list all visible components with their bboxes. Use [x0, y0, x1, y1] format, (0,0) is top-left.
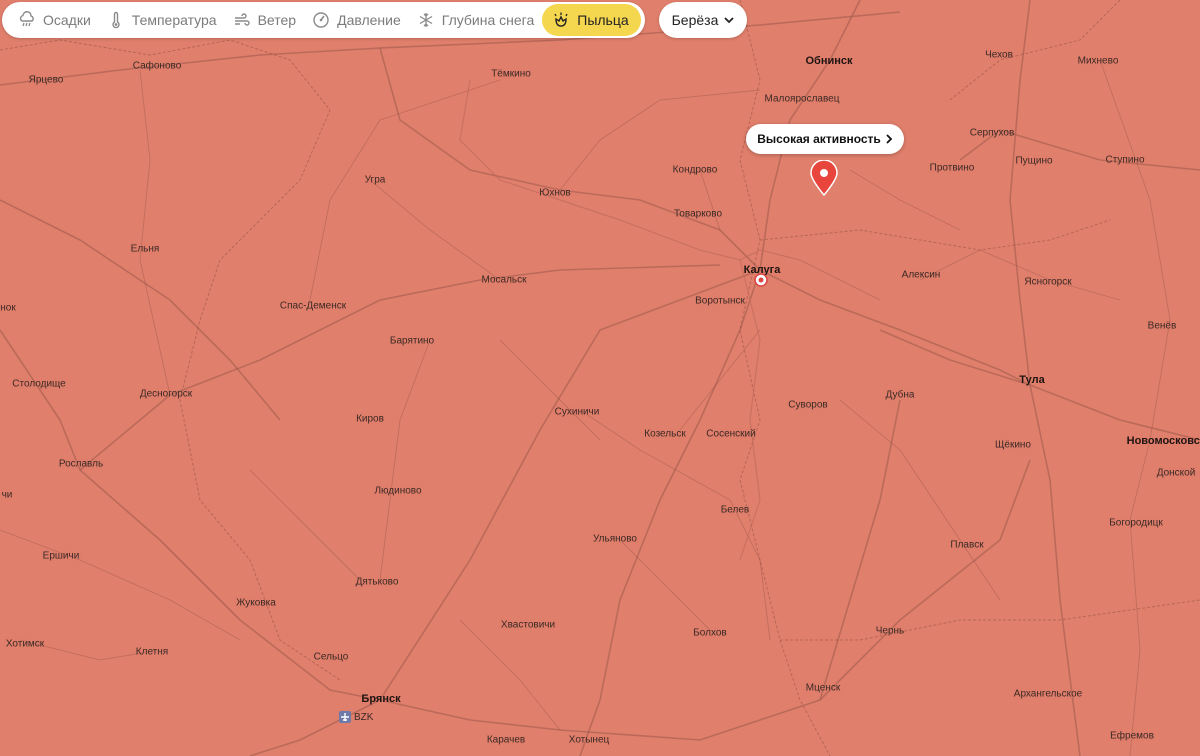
airport-marker[interactable]: BZK [339, 711, 373, 723]
tool-temperature[interactable]: Температура [99, 4, 225, 36]
snowflake-icon [417, 11, 435, 29]
thermometer-icon [107, 11, 125, 29]
tool-label: Глубина снега [441, 12, 535, 28]
city-label: Архангельское [1013, 688, 1083, 700]
tool-label: Температура [131, 12, 217, 28]
city-label: Мосальск [481, 274, 527, 286]
city-label: Болхов [693, 627, 727, 639]
tool-label: Осадки [43, 12, 91, 28]
city-label: Новомосковск [1126, 435, 1200, 447]
city-label: Сафоново [132, 60, 182, 72]
city-label: Ершичи [42, 550, 80, 562]
city-label: Богородицк [1109, 517, 1163, 529]
wind-icon [233, 11, 251, 29]
city-label: Плавск [950, 539, 984, 551]
city-label: Белев [720, 504, 750, 516]
city-label: Кондрово [672, 164, 718, 176]
city-label: Сухиничи [554, 406, 600, 418]
city-label: Юхнов [539, 187, 571, 199]
city-label: Михнево [1077, 55, 1119, 67]
city-label: Десногорск [139, 388, 193, 400]
city-label: Щёкино [995, 439, 1031, 451]
city-label: Ступино [1105, 154, 1145, 166]
allergen-select-value: Берёза [671, 12, 719, 28]
city-label: чи [1, 489, 13, 501]
city-label: Людиново [374, 485, 422, 497]
popup-text: Высокая активность [757, 132, 881, 146]
city-label: Тула [1019, 374, 1045, 386]
cloud-rain-icon [18, 11, 36, 29]
city-label: Обнинск [805, 55, 853, 67]
airport-code: BZK [354, 711, 374, 723]
current-city-marker[interactable] [754, 273, 768, 287]
city-label: Столодище [12, 378, 66, 390]
pressure-gauge-icon [312, 11, 330, 29]
city-label: Дятьково [355, 576, 399, 588]
tool-precipitation[interactable]: Осадки [10, 4, 99, 36]
city-label: Сельцо [313, 651, 349, 663]
city-label: Сосенский [706, 428, 756, 440]
location-pin-icon[interactable] [809, 159, 839, 197]
tool-label: Давление [337, 12, 401, 28]
chevron-down-icon [724, 16, 735, 24]
city-label: Барятино [389, 335, 435, 347]
allergen-select[interactable]: Берёза [659, 2, 747, 38]
city-label: Мценск [805, 682, 841, 694]
city-label: Рославль [58, 458, 104, 470]
tool-wind[interactable]: Ветер [225, 4, 305, 36]
tool-pollen[interactable]: Пыльца [542, 4, 641, 36]
city-label: Киров [356, 413, 384, 425]
map-canvas[interactable]: Ярцево Сафоново Тёмкино Обнинск Чехов Ми… [0, 0, 1200, 756]
pollen-flower-icon [552, 11, 570, 29]
city-label: Брянск [361, 693, 401, 705]
city-label: Чехов [985, 49, 1013, 61]
city-label: Тёмкино [491, 68, 531, 80]
pollen-activity-popup[interactable]: Высокая активность [746, 124, 904, 154]
chevron-right-icon [885, 134, 893, 144]
city-label: Хотимск [5, 638, 45, 650]
city-label: Ульяново [593, 533, 637, 545]
city-label: Жуковка [236, 597, 276, 609]
city-label: Хотынец [568, 734, 610, 746]
city-label: Козельск [644, 428, 686, 440]
city-label: Ярцево [28, 74, 64, 86]
city-label: Малоярославец [764, 93, 840, 105]
city-label: Товарково [673, 208, 723, 220]
city-label: Протвино [929, 162, 975, 174]
city-label: Карачев [486, 734, 526, 746]
city-label: Воротынск [695, 295, 745, 307]
city-label: Венёв [1147, 320, 1177, 332]
tool-label: Пыльца [577, 12, 629, 28]
city-label: Пущино [1015, 155, 1053, 167]
city-label: Дубна [885, 389, 915, 401]
city-label: Угра [364, 174, 386, 186]
city-label: Чернь [875, 625, 905, 637]
city-label: Суворов [788, 399, 828, 411]
city-label: Хвастовичи [500, 619, 556, 631]
layer-toolbar: Осадки Температура Ветер Давление Глубин… [2, 2, 645, 38]
city-label: Алексин [901, 269, 941, 281]
city-label: Ельня [130, 243, 160, 255]
tool-pressure[interactable]: Давление [304, 4, 409, 36]
city-label: Ефремов [1110, 730, 1154, 742]
tool-snow-depth[interactable]: Глубина снега [409, 4, 542, 36]
city-label: Серпухов [969, 127, 1015, 139]
city-label: Клетня [135, 646, 169, 658]
city-label: Спас-Деменск [279, 300, 347, 312]
city-label: Ясногорск [1024, 276, 1072, 288]
airplane-icon [339, 711, 351, 723]
city-label: нок [0, 302, 16, 314]
city-label: Донской [1156, 467, 1196, 479]
tool-label: Ветер [257, 12, 297, 28]
